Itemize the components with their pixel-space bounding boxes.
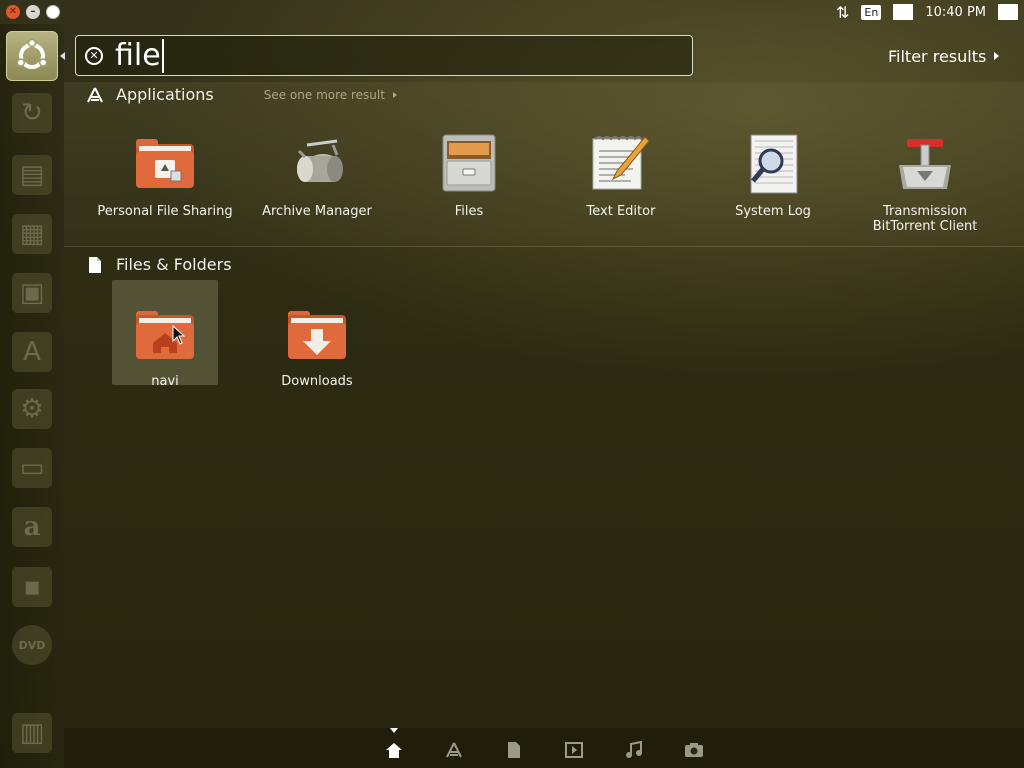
file-cabinet-icon — [442, 134, 496, 192]
launcher-drawer[interactable]: ▭ — [6, 443, 58, 493]
launcher-software-center[interactable]: A — [6, 327, 58, 377]
session-menu-indicator[interactable] — [998, 4, 1018, 20]
result-label: navi — [151, 374, 179, 389]
files-folders-header: Files & Folders — [86, 255, 232, 274]
archive-manager-icon — [297, 139, 343, 182]
update-icon: ↻ — [12, 93, 52, 133]
system-log-icon — [750, 134, 798, 194]
music-lens-icon[interactable] — [624, 740, 644, 760]
clock[interactable]: 10:40 PM — [925, 5, 986, 20]
launcher-amazon[interactable]: a — [6, 502, 58, 552]
calc-spreadsheet-icon: ▦ — [12, 214, 52, 254]
software-center-icon: A — [12, 332, 52, 372]
ubuntu-logo-icon — [16, 38, 48, 69]
see-more-arrow-icon — [392, 91, 397, 98]
downloads-folder-icon — [288, 311, 346, 359]
filter-results-button[interactable]: Filter results — [888, 45, 1000, 67]
text-editor-icon — [592, 136, 650, 190]
maximize-window-button[interactable] — [46, 5, 60, 19]
home-lens-icon[interactable] — [384, 740, 404, 760]
sound-indicator[interactable] — [893, 4, 914, 20]
result-system-log[interactable]: System Log — [698, 122, 848, 219]
minimize-window-button[interactable]: – — [26, 5, 40, 19]
filter-results-label: Filter results — [888, 46, 987, 66]
search-input[interactable]: ✕ file — [75, 35, 693, 76]
result-label: Text Editor — [586, 204, 656, 219]
folder-share-icon — [136, 139, 194, 188]
applications-header-label: Applications — [116, 85, 214, 104]
launcher-dvd[interactable]: DVD — [6, 620, 58, 670]
mouse-pointer-icon — [172, 325, 186, 345]
result-label-line1: Transmission — [883, 204, 967, 219]
photo-lens-icon[interactable] — [684, 740, 704, 760]
search-query[interactable]: file — [115, 38, 164, 73]
applications-lens-icon[interactable] — [444, 740, 464, 760]
floppy-icon: ▪ — [12, 567, 52, 607]
result-transmission[interactable]: Transmission BitTorrent Client — [850, 122, 1000, 234]
close-window-button[interactable]: ✕ — [6, 5, 20, 19]
settings-gear-icon: ⚙ — [12, 389, 52, 429]
result-navi-folder[interactable]: navi — [90, 292, 240, 389]
result-label: Files — [454, 204, 484, 219]
clear-search-icon[interactable]: ✕ — [85, 46, 103, 65]
dash-home-button[interactable] — [6, 31, 58, 81]
impress-presentation-icon: ▣ — [12, 273, 52, 313]
launcher-system-settings[interactable]: ⚙ — [6, 384, 58, 434]
network-icon[interactable]: ⇅ — [836, 3, 849, 22]
result-label: System Log — [735, 204, 811, 219]
expand-arrow-icon — [994, 52, 1000, 60]
amazon-icon: a — [12, 507, 52, 547]
result-archive-manager[interactable]: Archive Manager — [242, 122, 392, 219]
drawer-icon: ▭ — [12, 448, 52, 488]
result-label: Archive Manager — [262, 204, 372, 219]
writer-document-icon: ▤ — [12, 155, 52, 195]
result-label: Personal File Sharing — [97, 204, 233, 219]
top-panel: ✕ – ⇅ En 10:40 PM — [0, 0, 1024, 24]
window-controls: ✕ – — [0, 5, 60, 19]
result-downloads-folder[interactable]: Downloads — [242, 292, 392, 389]
files-lens-icon[interactable] — [504, 740, 524, 760]
transmission-icon — [899, 139, 951, 189]
result-text-editor[interactable]: Text Editor — [546, 122, 696, 219]
launcher-calc[interactable]: ▦ — [6, 209, 58, 259]
result-label: Downloads — [281, 374, 353, 389]
launcher-impress[interactable]: ▣ — [6, 268, 58, 318]
launcher-floppy[interactable]: ▪ — [6, 562, 58, 612]
home-folder-icon — [136, 311, 194, 359]
document-category-icon — [86, 256, 104, 274]
dvd-icon: DVD — [12, 625, 52, 665]
applications-header: Applications See one more result — [86, 85, 397, 104]
result-personal-file-sharing[interactable]: Personal File Sharing — [90, 122, 240, 219]
result-files[interactable]: Files — [394, 122, 544, 219]
see-more-results-link[interactable]: See one more result — [264, 88, 397, 102]
launcher-update-manager[interactable]: ↻ — [6, 88, 58, 138]
launcher-active-arrow — [60, 52, 65, 60]
applications-category-icon — [86, 86, 104, 104]
result-label-line2: BitTorrent Client — [872, 219, 978, 234]
trash-icon: ▥ — [12, 713, 52, 753]
launcher-writer[interactable]: ▤ — [6, 150, 58, 200]
indicator-area: ⇅ En 10:40 PM — [836, 0, 1024, 24]
launcher-trash[interactable]: ▥ — [6, 708, 58, 758]
lens-bar — [64, 728, 1024, 768]
active-lens-indicator — [390, 728, 398, 733]
files-folders-header-label: Files & Folders — [116, 255, 232, 274]
keyboard-layout-indicator[interactable]: En — [861, 4, 882, 20]
see-more-label: See one more result — [263, 87, 385, 102]
video-lens-icon[interactable] — [564, 740, 584, 760]
